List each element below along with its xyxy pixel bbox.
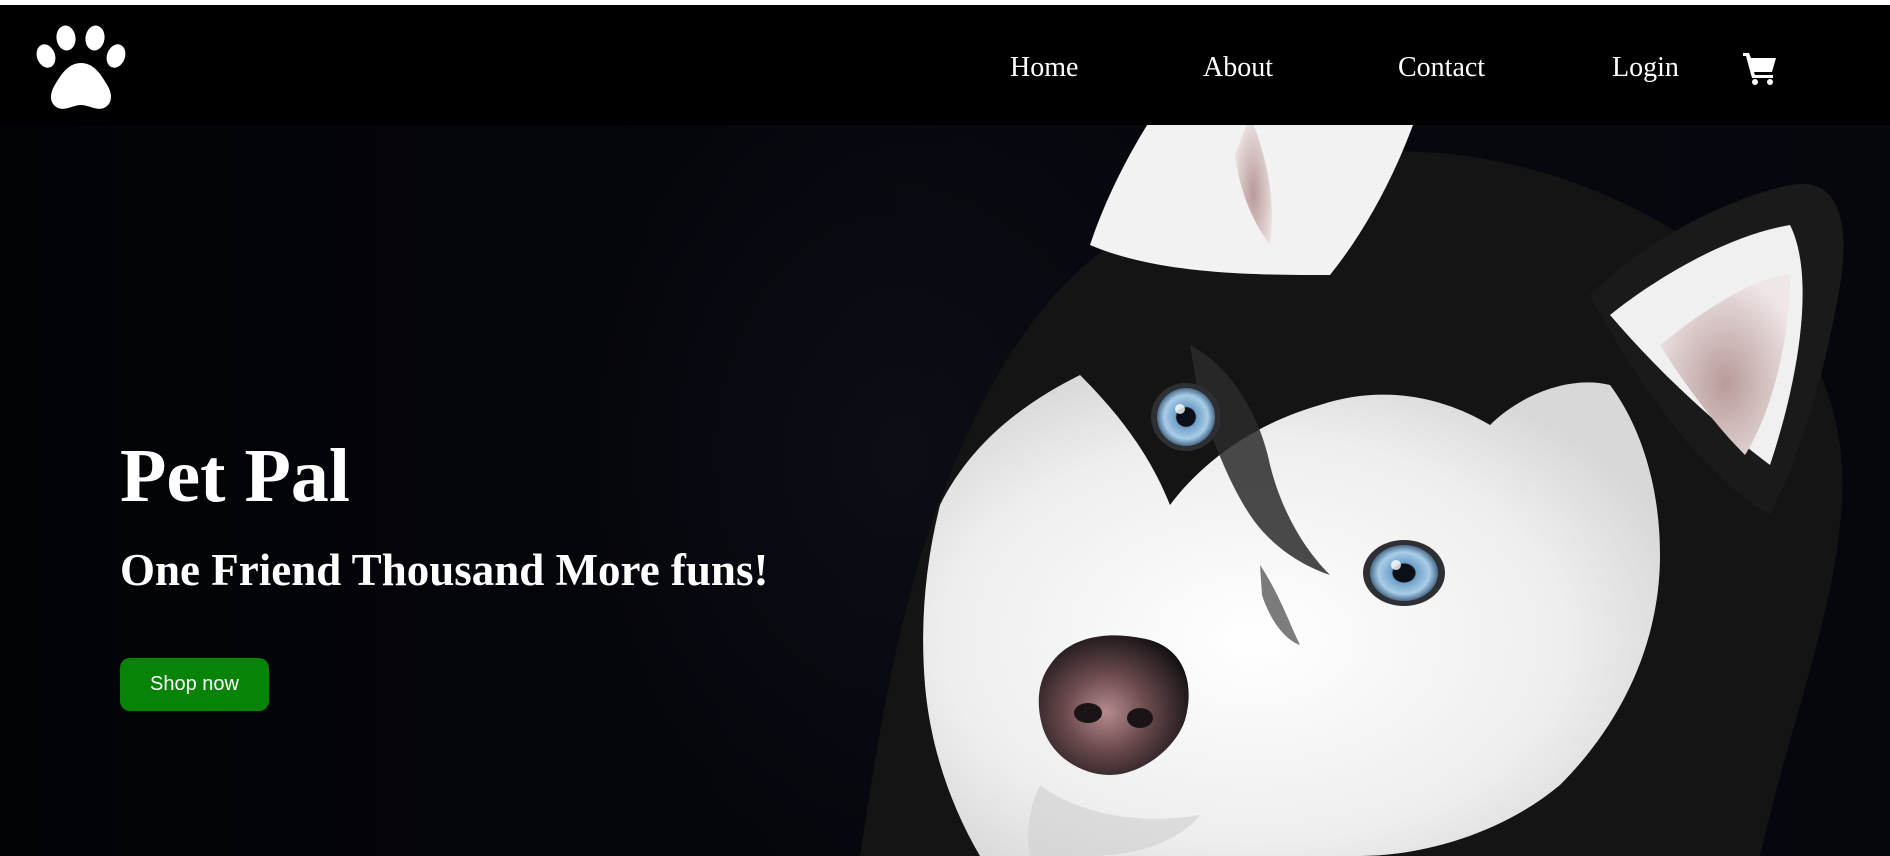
nav-link-login[interactable]: Login	[1612, 51, 1679, 85]
nav-link-home[interactable]: Home	[1010, 51, 1078, 85]
shop-now-button[interactable]: Shop now	[120, 658, 269, 711]
hero-title: Pet Pal	[120, 434, 351, 518]
nav-link-about[interactable]: About	[1203, 51, 1273, 85]
hero-section: Pet Pal One Friend Thousand More funs! S…	[0, 125, 1890, 856]
paw-logo-icon[interactable]	[36, 25, 128, 111]
nav-link-contact[interactable]: Contact	[1398, 51, 1485, 85]
top-navbar: Home About Contact Login	[0, 5, 1890, 125]
hero-tagline: One Friend Thousand More funs!	[120, 545, 769, 595]
shopping-cart-icon[interactable]	[1742, 51, 1778, 85]
page: Home About Contact Login Pet Pal One Fri…	[0, 0, 1890, 856]
